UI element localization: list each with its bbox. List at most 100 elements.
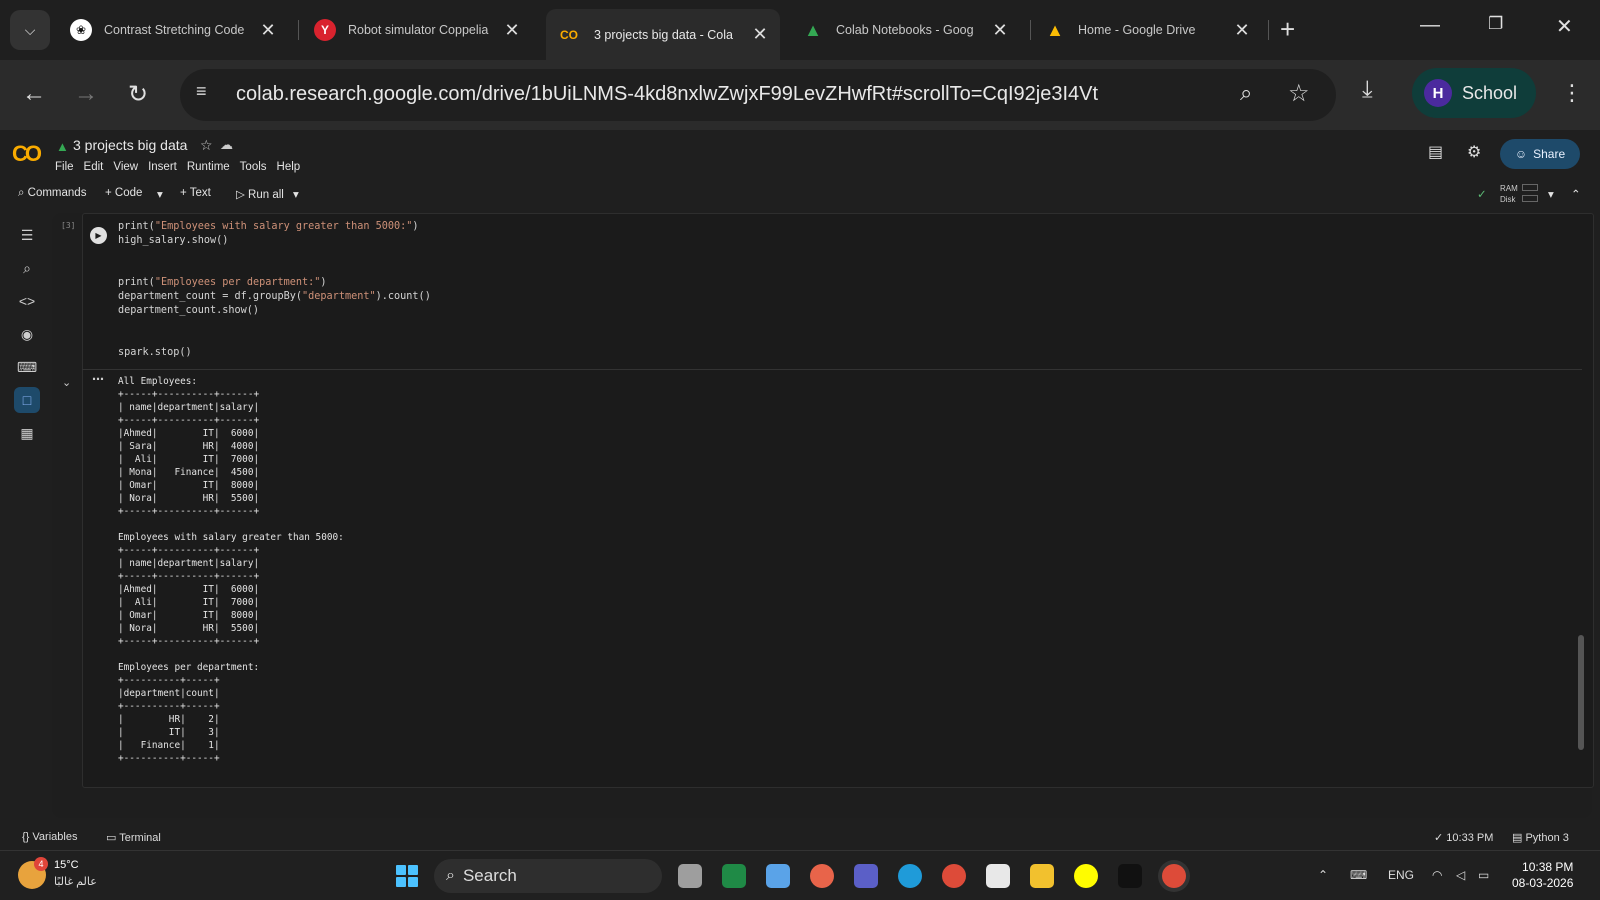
start-button[interactable] [396, 865, 418, 887]
volume-icon[interactable]: ◁ [1456, 868, 1465, 882]
menu-file[interactable]: File [55, 161, 74, 173]
edge-icon[interactable] [898, 864, 922, 888]
close-icon[interactable]: ✕ [502, 20, 522, 41]
files-folder-icon[interactable]: □ [14, 387, 40, 413]
cloud-icon[interactable]: ☁ [220, 137, 233, 153]
browser-tab-4[interactable]: ▲ Home - Google Drive ✕ [1034, 9, 1262, 51]
menu-help[interactable]: Help [277, 161, 301, 173]
teams-icon[interactable] [854, 864, 878, 888]
resource-monitor[interactable]: RAM Disk [1500, 183, 1518, 205]
code-line[interactable]: print("Employees per department:") [118, 276, 431, 290]
code-line[interactable]: spark.stop() [118, 346, 431, 360]
find-replace-icon[interactable]: ⌕ [14, 255, 40, 281]
table-of-contents-icon[interactable]: ☰ [14, 222, 40, 248]
snapchat-icon[interactable] [1074, 864, 1098, 888]
wifi-icon[interactable]: ◠ [1432, 868, 1442, 882]
code-line[interactable]: department_count.show() [118, 304, 431, 318]
store-icon[interactable] [986, 864, 1010, 888]
code-line[interactable] [118, 262, 431, 276]
keyboard-icon[interactable]: ⌨ [1350, 868, 1367, 882]
code-line[interactable] [118, 332, 431, 346]
address-bar[interactable]: ≡ colab.research.google.com/drive/1bUiLN… [180, 69, 1336, 121]
variables-eye-icon[interactable]: ◉ [14, 321, 40, 347]
system-clock[interactable]: 10:38 PM 08-03-2026 [1512, 859, 1573, 891]
tab-search-button[interactable]: ⌵ [10, 10, 50, 50]
terminal-label: Terminal [119, 832, 161, 844]
share-button[interactable]: ☺ Share [1500, 139, 1580, 169]
new-tab-button[interactable]: + [1280, 16, 1295, 42]
runtime-status[interactable]: ▤ Python 3 [1512, 831, 1569, 844]
commands-button[interactable]: ⌕ Commands [18, 187, 86, 200]
cell-output: All Employees: +-----+----------+------+… [118, 376, 344, 764]
chevron-down-icon[interactable]: ▾ [1548, 187, 1554, 201]
taskbar-search[interactable]: ⌕ Search [434, 859, 662, 893]
url-text[interactable]: colab.research.google.com/drive/1bUiLNMS… [236, 83, 1098, 106]
notebook-title[interactable]: 3 projects big data [73, 137, 187, 153]
run-cell-button[interactable]: ▶ [90, 227, 107, 244]
back-icon[interactable]: ← [22, 80, 46, 108]
code-line[interactable] [118, 248, 431, 262]
gear-icon[interactable]: ⚙ [1467, 142, 1481, 162]
close-icon[interactable]: ✕ [1232, 20, 1252, 41]
browser-menu-icon[interactable]: ⋮ [1561, 80, 1583, 106]
language-indicator[interactable]: ENG [1388, 868, 1414, 882]
tiktok-icon[interactable] [1118, 864, 1142, 888]
copilot-icon[interactable] [810, 864, 834, 888]
data-table-icon[interactable]: ▦ [14, 420, 40, 446]
tray-overflow-icon[interactable]: ⌃ [1318, 868, 1328, 882]
task-view-icon[interactable] [678, 864, 702, 888]
add-code-button[interactable]: + Code [105, 187, 142, 199]
add-text-button[interactable]: + Text [180, 187, 211, 199]
scrollbar[interactable] [1578, 635, 1584, 750]
menu-runtime[interactable]: Runtime [187, 161, 230, 173]
add-code-dropdown[interactable]: ▾ [157, 187, 163, 201]
zoom-icon[interactable]: ⌕ [1240, 80, 1252, 106]
close-icon[interactable]: ✕ [750, 24, 770, 45]
last-run-status[interactable]: ✓ 10:33 PM [1434, 831, 1493, 844]
colab-logo[interactable]: CO [12, 141, 42, 167]
window-close-icon[interactable]: ✕ [1556, 14, 1573, 39]
profile-button[interactable]: H School [1412, 68, 1536, 118]
forward-icon[interactable]: → [74, 80, 98, 108]
chrome-icon[interactable] [942, 864, 966, 888]
battery-icon[interactable]: ▭ [1478, 868, 1489, 882]
bookmark-star-icon[interactable]: ☆ [1288, 79, 1310, 108]
code-line[interactable] [118, 318, 431, 332]
run-all-dropdown[interactable]: ▾ [293, 187, 299, 201]
code-line[interactable]: print("Employees with salary greater tha… [118, 220, 431, 234]
run-all-button[interactable]: ▷ Run all [236, 187, 284, 201]
menu-tools[interactable]: Tools [240, 161, 267, 173]
collapse-output-icon[interactable]: ⌄ [62, 376, 71, 389]
sheets-app-icon[interactable] [722, 864, 746, 888]
browser-tab-2-active[interactable]: CO 3 projects big data - Cola ✕ [546, 9, 780, 60]
browser-tab-1[interactable]: Y Robot simulator Coppelia ✕ [304, 9, 532, 51]
file-explorer-icon[interactable] [1030, 864, 1054, 888]
terminal-button[interactable]: ▭ Terminal [106, 831, 161, 844]
clock-time: 10:38 PM [1522, 860, 1574, 874]
tab-title: Home - Google Drive [1078, 23, 1196, 37]
minimize-icon[interactable]: — [1420, 14, 1440, 37]
download-icon[interactable]: ⤓ [1362, 76, 1373, 104]
photos-app-icon[interactable] [766, 864, 790, 888]
chrome-profile-icon[interactable] [1162, 864, 1186, 888]
reload-icon[interactable]: ↻ [128, 80, 148, 109]
output-actions-icon[interactable]: ⋯ [92, 372, 104, 386]
menu-view[interactable]: View [113, 161, 138, 173]
code-snippets-icon[interactable]: <> [14, 288, 40, 314]
variables-button[interactable]: {} Variables [22, 831, 77, 843]
site-settings-icon[interactable]: ≡ [196, 81, 224, 109]
chevron-up-icon[interactable]: ⌃ [1571, 187, 1581, 201]
code-line[interactable]: department_count = df.groupBy("departmen… [118, 290, 431, 304]
code-line[interactable]: high_salary.show() [118, 234, 431, 248]
menu-edit[interactable]: Edit [84, 161, 104, 173]
star-icon[interactable]: ☆ [200, 137, 213, 154]
code-editor[interactable]: print("Employees with salary greater tha… [118, 220, 431, 360]
restore-icon[interactable]: ❐ [1488, 14, 1503, 34]
secrets-key-icon[interactable]: ⌨ [14, 354, 40, 380]
browser-tab-3[interactable]: ▲ Colab Notebooks - Goog ✕ [792, 9, 1020, 51]
comment-icon[interactable]: ▤ [1428, 142, 1443, 162]
close-icon[interactable]: ✕ [990, 20, 1010, 41]
close-icon[interactable]: ✕ [258, 20, 278, 41]
browser-tab-0[interactable]: ❀ Contrast Stretching Code ✕ [60, 9, 288, 51]
menu-insert[interactable]: Insert [148, 161, 177, 173]
